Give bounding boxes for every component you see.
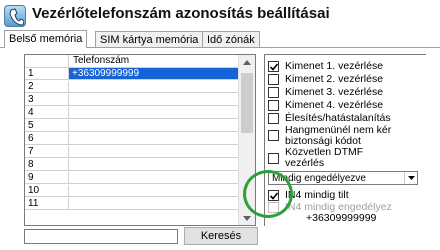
row-number: 6 [25,133,69,145]
phone-number-cell[interactable] [69,133,239,145]
window-title: Vezérlőtelefonszám azonosítás beállítása… [32,5,330,22]
search-input[interactable] [24,229,178,244]
elesites-checkbox[interactable] [268,113,279,124]
phone-number-cell[interactable] [69,94,239,106]
row-number: 11 [25,198,69,210]
kimenet2-checkbox[interactable] [268,74,279,85]
row-number: 7 [25,146,69,158]
chevron-down-icon[interactable] [404,172,417,184]
phone-number-cell[interactable] [69,81,239,93]
table-row[interactable]: 11 [25,198,239,210]
in4-phone-number: +36309999999 [306,212,377,224]
tab-sim-kartya-memoria[interactable]: SIM kártya memória [95,31,204,47]
tab-belso-memoria[interactable]: Belső memória [4,30,88,48]
kimenet1-label: Kimenet 1. vezérlése [285,60,384,72]
phone-number-cell[interactable] [69,107,239,119]
row-number: 4 [25,107,69,119]
phone-number-cell[interactable] [69,120,239,132]
phone-number-cell[interactable] [69,198,239,210]
scroll-up-button[interactable] [239,55,255,71]
phone-number-cell[interactable] [69,159,239,171]
dtmf-checkbox[interactable] [268,153,279,164]
kimenet3-label: Kimenet 3. vezérlése [285,86,384,98]
scroll-thumb[interactable] [241,73,253,133]
kimenet2-label: Kimenet 2. vezérlése [285,73,384,85]
dtmf-label-line2: vezérlés [285,157,325,169]
table-row[interactable]: 3 [25,94,239,106]
kimenet3-checkbox[interactable] [268,87,279,98]
phone-number-grid[interactable]: Telefonszám 1 +36309999999 2 3 4 5 6 7 8 9 10 11 [24,54,256,226]
elesites-label: Élesítés/hatástalanítás [285,112,391,124]
row-number: 9 [25,172,69,184]
phone-number-cell[interactable]: +36309999999 [69,68,239,80]
phone-number-cell[interactable] [69,172,239,184]
tab-ido-zonak[interactable]: Idő zónák [202,31,260,47]
row-number: 8 [25,159,69,171]
in4-tilt-label: IN4 mindig tilt [285,189,349,201]
table-row[interactable]: 7 [25,146,239,158]
kimenet4-label: Kimenet 4. vezérlése [285,99,384,111]
row-number-header [25,55,69,68]
table-row[interactable]: 2 [25,81,239,93]
kimenet1-checkbox[interactable] [268,61,279,72]
table-row[interactable]: 6 [25,133,239,145]
table-row[interactable]: 8 [25,159,239,171]
row-number: 2 [25,81,69,93]
search-button[interactable]: Keresés [184,227,258,245]
row-number: 1 [25,68,69,80]
row-number: 3 [25,94,69,106]
grid-header: Telefonszám [25,55,255,68]
row-number: 10 [25,185,69,197]
table-row[interactable]: 5 [25,120,239,132]
highlight-circle [243,170,293,218]
phone-number-cell[interactable] [69,185,239,197]
row-number: 5 [25,120,69,132]
table-row[interactable]: 10 [25,185,239,197]
phone-number-cell[interactable] [69,146,239,158]
hangmenu-checkbox[interactable] [268,130,279,141]
app-phone-icon [4,5,26,27]
phone-column-header[interactable]: Telefonszám [69,55,239,68]
table-row[interactable]: 4 [25,107,239,119]
kimenet4-checkbox[interactable] [268,100,279,111]
table-row[interactable]: 9 [25,172,239,184]
table-row[interactable]: 1 +36309999999 [25,68,239,80]
